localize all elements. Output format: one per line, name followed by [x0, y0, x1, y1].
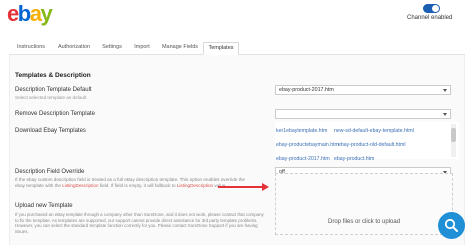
chevron-down-icon — [443, 113, 447, 116]
tabs-bar: Instructions Authorization Settings Impo… — [9, 40, 465, 55]
template-list-scroll-thumb[interactable] — [451, 128, 456, 142]
remove-description-template-label: Remove Description Template — [15, 111, 95, 117]
description-template-default-sublabel: Select selected template as default — [15, 95, 87, 100]
download-templates-label: Download Ebay Templates — [15, 128, 86, 134]
tab-manage-fields[interactable]: Manage Fields — [160, 42, 200, 55]
description-template-default-label: Description Template Default — [15, 87, 92, 93]
toggle-knob — [432, 5, 439, 12]
template-link[interactable]: ebay-productebaymain.htm — [276, 142, 339, 148]
chevron-down-icon — [443, 89, 447, 92]
template-link[interactable]: ebay-product-2017.htm — [276, 156, 330, 162]
tab-templates[interactable]: Templates — [203, 42, 239, 55]
help-button[interactable] — [438, 212, 465, 239]
upload-template-label: Upload new Template — [15, 203, 73, 209]
search-icon — [444, 218, 458, 232]
dropzone-label: Drop files or click to upload — [328, 219, 401, 225]
template-dropzone[interactable] — [275, 173, 453, 235]
annotation-arrow-head — [262, 183, 269, 191]
tab-import[interactable]: Import — [132, 42, 152, 55]
tab-instructions[interactable]: Instructions — [13, 42, 49, 55]
template-link[interactable]: ker1ebaytemplate.htm — [276, 128, 327, 134]
description-field-override-label: Description Field Override — [15, 169, 85, 175]
ebay-logo: ebay — [7, 1, 53, 26]
channel-enabled-label: Channel enabled — [407, 15, 453, 21]
template-link[interactable]: ebay-product-old-default.html — [338, 142, 405, 148]
tab-authorization[interactable]: Authorization — [56, 42, 92, 55]
channel-enabled-toggle[interactable] — [423, 4, 440, 13]
tab-settings[interactable]: Settings — [99, 42, 125, 55]
template-link[interactable]: ebay-product.htm — [334, 156, 374, 162]
header: ebay Channel enabled — [0, 0, 474, 38]
upload-template-help: If you purchased an eBay template throug… — [15, 212, 264, 234]
description-template-default-select[interactable]: ebay-product-2017.htm — [275, 85, 451, 95]
remove-description-template-select[interactable] — [275, 109, 451, 119]
section-title: Templates & Description — [15, 72, 91, 79]
template-link[interactable]: new-sd-default-ebay-template.html — [334, 128, 414, 134]
annotation-arrow-line — [218, 186, 262, 188]
description-template-default-value: ebay-product-2017.htm — [279, 87, 334, 93]
